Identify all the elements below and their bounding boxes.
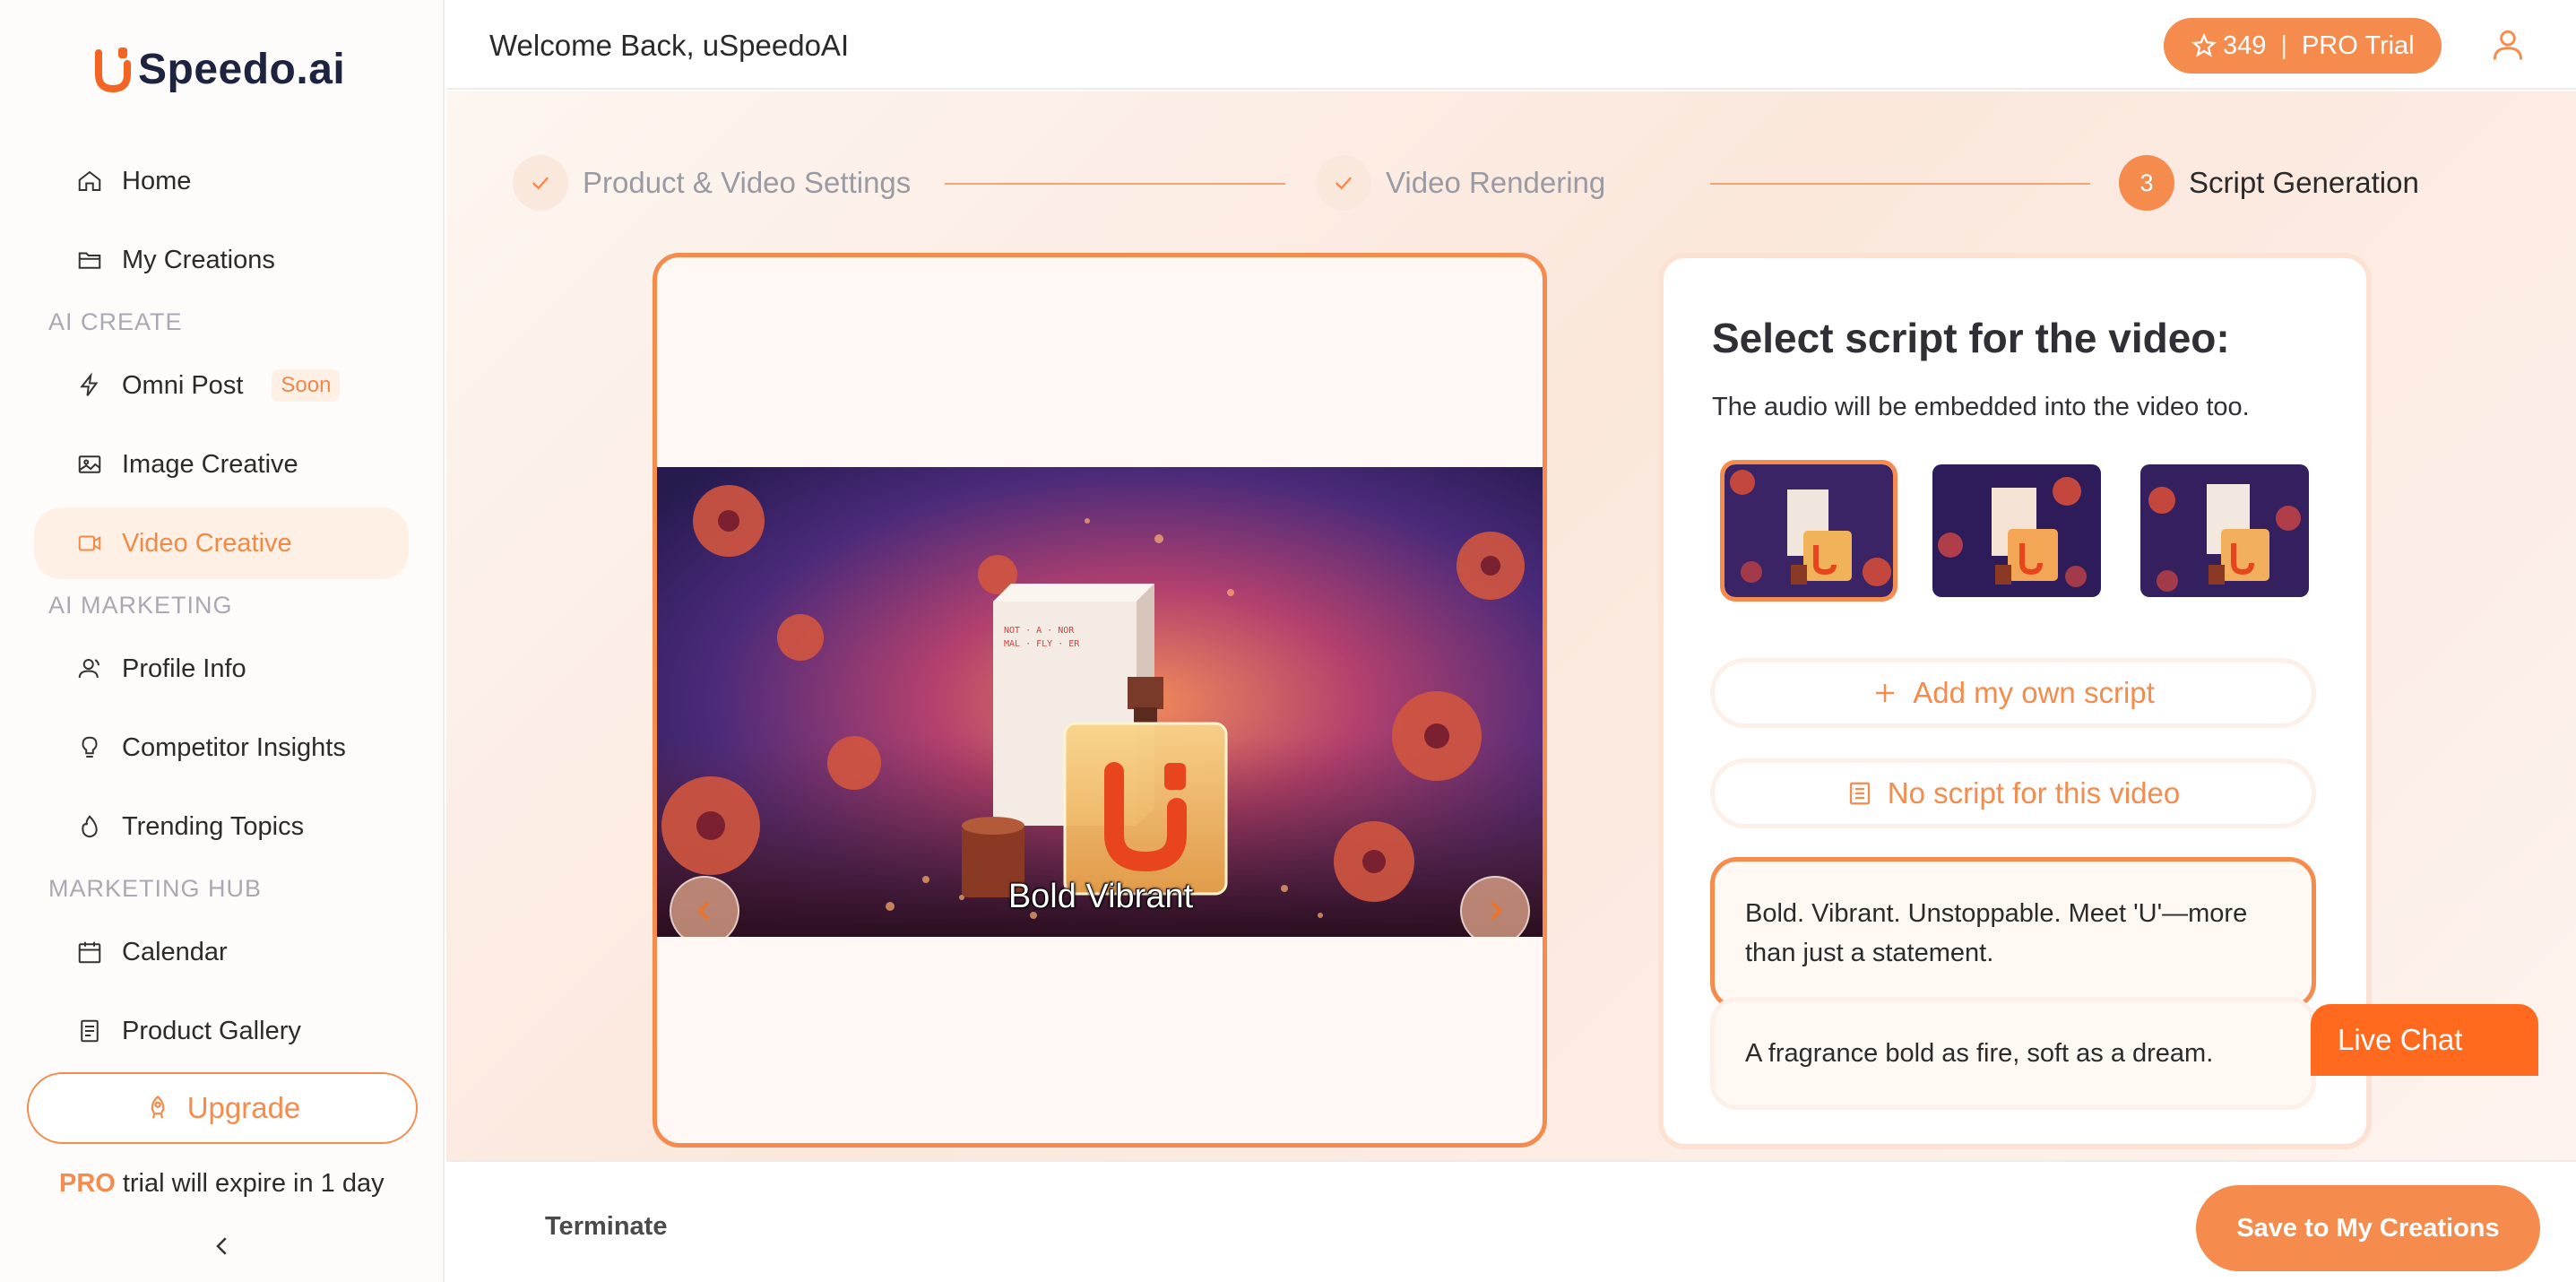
- chevron-left-icon: [696, 901, 710, 921]
- video-thumbnail[interactable]: [2140, 464, 2309, 597]
- script-option-card[interactable]: Bold. Vibrant. Unstoppable. Meet 'U'—mor…: [1710, 857, 2316, 1009]
- user-account-icon[interactable]: [2488, 25, 2528, 65]
- script-text: A fragrance bold as fire, soft as a drea…: [1745, 1039, 2214, 1068]
- upgrade-button[interactable]: Upgrade: [27, 1072, 418, 1144]
- plan-label: PRO Trial: [2301, 30, 2415, 60]
- sidebar-item-label: Competitor Insights: [122, 732, 346, 762]
- chevron-right-icon: [1490, 901, 1503, 921]
- thumbnail-image: [1932, 464, 2101, 597]
- sidebar-item-label: Trending Topics: [122, 811, 305, 841]
- step-script-generation: 3 Script Generation: [2119, 154, 2419, 212]
- box-label: NOT · A · NOR: [1004, 626, 1075, 636]
- calendar-icon: [75, 938, 104, 966]
- panel-subtitle: The audio will be embedded into the vide…: [1712, 393, 2250, 421]
- sidebar-item-label: Home: [122, 166, 192, 195]
- sidebar-item-my-creations[interactable]: My Creations: [34, 224, 409, 296]
- step-connector: [945, 183, 1285, 185]
- section-marketing-hub: MARKETING HUB: [48, 875, 263, 902]
- section-ai-create: AI CREATE: [48, 308, 183, 335]
- home-icon: [75, 167, 104, 195]
- thumbnail-image: [1725, 464, 1893, 597]
- sidebar: Speedo.ai Home My Creations AI CREATE Om…: [0, 0, 445, 1282]
- lightbulb-icon: [75, 733, 104, 762]
- star-icon: [2191, 32, 2217, 57]
- sidebar-item-competitor-insights[interactable]: Competitor Insights: [34, 712, 409, 784]
- sidebar-item-label: Video Creative: [122, 528, 292, 558]
- rocket-icon: [151, 1096, 165, 1119]
- plus-icon: [1876, 684, 1895, 702]
- welcome-message: Welcome Back, uSpeedoAI: [489, 29, 850, 62]
- video-icon: [75, 529, 104, 558]
- video-thumbnail[interactable]: [1932, 464, 2101, 597]
- save-to-my-creations-button[interactable]: Save to My Creations: [2196, 1185, 2540, 1271]
- video-frame[interactable]: NOT · A · NOR MAL · FLY · ER Bold Vibran…: [657, 467, 1543, 937]
- sidebar-item-image-creative[interactable]: Image Creative: [34, 429, 409, 500]
- trial-note: PRO trial will expire in 1 day: [59, 1169, 385, 1199]
- logo-text: Speedo.ai: [138, 45, 346, 93]
- step-connector: [1710, 183, 2090, 185]
- sidebar-item-label: Profile Info: [122, 654, 246, 683]
- folder-icon: [75, 246, 104, 274]
- live-chat-button[interactable]: Live Chat: [2311, 1004, 2538, 1076]
- sidebar-item-label: Image Creative: [122, 449, 298, 479]
- step-product-video-settings: Product & Video Settings: [513, 154, 911, 212]
- document-list-icon: [1849, 782, 1870, 805]
- upgrade-label: Upgrade: [186, 1091, 301, 1124]
- trial-text: trial will expire in 1 day: [122, 1169, 385, 1198]
- chevron-left-icon: [216, 1237, 227, 1255]
- soon-badge: Soon: [272, 369, 341, 402]
- script-selection-panel: Select script for the video: The audio w…: [1658, 253, 2372, 1149]
- script-option-card[interactable]: A fragrance bold as fire, soft as a drea…: [1710, 997, 2316, 1110]
- sidebar-item-label: My Creations: [122, 245, 275, 274]
- sidebar-item-calendar[interactable]: Calendar: [34, 916, 409, 988]
- sidebar-item-label: Calendar: [122, 937, 228, 966]
- next-slide-button[interactable]: [1460, 876, 1530, 937]
- video-preview-card: NOT · A · NOR MAL · FLY · ER Bold Vibran…: [653, 253, 1547, 1148]
- sidebar-item-home[interactable]: Home: [34, 145, 409, 217]
- sidebar-item-label: Product Gallery: [122, 1016, 301, 1045]
- action-footer: Terminate Save to My Creations: [446, 1160, 2576, 1282]
- script-text: Bold. Vibrant. Unstoppable. Meet 'U'—mor…: [1745, 899, 2248, 967]
- box-label: MAL · FLY · ER: [1004, 639, 1080, 649]
- pill-separator: |: [2280, 30, 2287, 60]
- no-script-label: No script for this video: [1887, 776, 2181, 810]
- sidebar-item-omni-post[interactable]: Omni Post Soon: [34, 350, 409, 421]
- previous-slide-button[interactable]: [670, 876, 739, 937]
- sidebar-item-trending-topics[interactable]: Trending Topics: [34, 791, 409, 862]
- step-number: 3: [2119, 155, 2174, 211]
- gallery-icon: [75, 1017, 104, 1045]
- check-icon: [1316, 155, 1371, 211]
- sidebar-item-video-creative[interactable]: Video Creative: [34, 507, 409, 579]
- step-label: Script Generation: [2189, 166, 2419, 199]
- panel-title: Select script for the video:: [1712, 315, 2230, 361]
- image-icon: [75, 450, 104, 479]
- sidebar-item-product-gallery[interactable]: Product Gallery: [34, 995, 409, 1067]
- credits-plan-pill[interactable]: 349 | PRO Trial: [2164, 18, 2442, 74]
- collapse-sidebar-button[interactable]: [206, 1230, 238, 1262]
- thumbnail-image: [2140, 464, 2309, 597]
- flame-icon: [75, 812, 104, 841]
- check-icon: [513, 155, 568, 211]
- terminate-button[interactable]: Terminate: [545, 1212, 667, 1242]
- video-thumbnail[interactable]: [1720, 460, 1897, 602]
- add-script-label: Add my own script: [1913, 676, 2155, 709]
- logo[interactable]: Speedo.ai: [93, 38, 345, 100]
- logo-mark-icon: [93, 44, 133, 94]
- video-caption: Bold Vibrant: [1007, 878, 1194, 915]
- main-content: Product & Video Settings Video Rendering…: [446, 91, 2576, 1160]
- profile-icon: [75, 654, 104, 683]
- lightning-icon: [75, 371, 104, 400]
- sidebar-item-profile-info[interactable]: Profile Info: [34, 633, 409, 705]
- trial-pro-label: PRO: [59, 1169, 116, 1198]
- step-label: Video Rendering: [1386, 166, 1606, 199]
- add-own-script-button[interactable]: Add my own script: [1710, 658, 2316, 728]
- credits-count: 349: [2223, 30, 2267, 60]
- perfume-scene-image: NOT · A · NOR MAL · FLY · ER: [657, 467, 1543, 937]
- no-script-button[interactable]: No script for this video: [1710, 758, 2316, 828]
- section-ai-marketing: AI MARKETING: [48, 592, 233, 619]
- step-label: Product & Video Settings: [583, 166, 912, 199]
- top-header: Welcome Back, uSpeedoAI 349 | PRO Trial: [446, 0, 2576, 90]
- step-video-rendering: Video Rendering: [1316, 154, 1605, 212]
- sidebar-item-label: Omni Post: [122, 370, 244, 400]
